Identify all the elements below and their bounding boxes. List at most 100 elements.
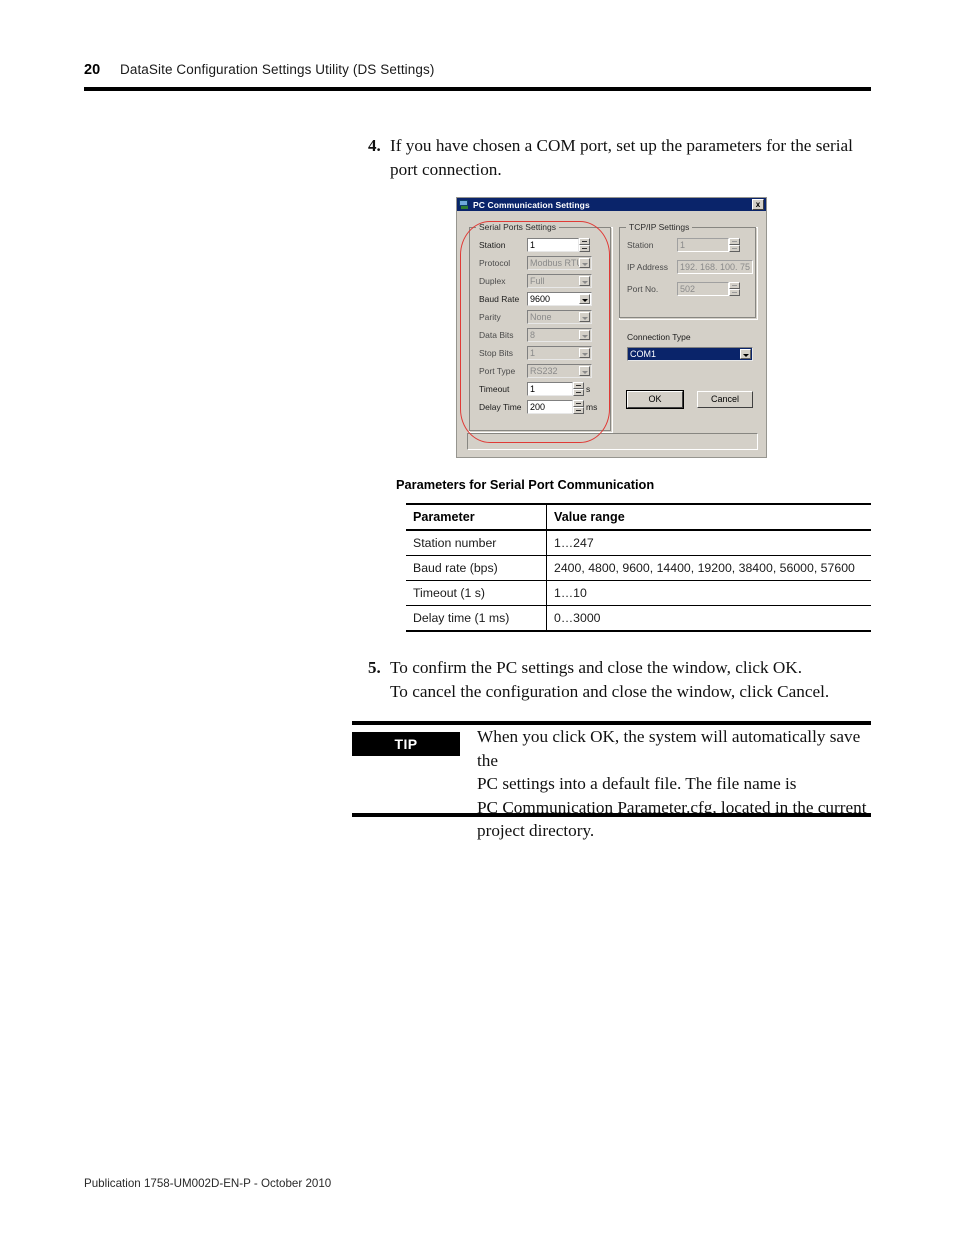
step-5: 5. To confirm the PC settings and close … xyxy=(368,656,873,703)
cell-value-range: 0…3000 xyxy=(546,605,871,632)
cell-value-range: 1…10 xyxy=(546,580,871,606)
port-type-combo: RS232 xyxy=(527,363,592,378)
tip-text: When you click OK, the system will autom… xyxy=(477,725,871,843)
station-input[interactable]: 1 xyxy=(527,237,579,252)
field-parity: Parity None xyxy=(479,309,607,324)
tip-line-2: PC settings into a default file. The fil… xyxy=(477,774,797,794)
cell-parameter: Timeout (1 s) xyxy=(406,580,547,606)
field-data-bits: Data Bits 8 xyxy=(479,327,607,342)
port-no-input: 502 xyxy=(677,281,729,296)
tip-line-4: project directory. xyxy=(477,821,595,841)
table-caption: Parameters for Serial Port Communication xyxy=(396,477,655,492)
field-label-station-tcp: Station xyxy=(627,239,654,250)
field-port-type: Port Type RS232 xyxy=(479,363,607,378)
data-bits-value: 8 xyxy=(530,329,536,340)
duplex-value: Full xyxy=(530,275,545,286)
chevron-down-icon[interactable] xyxy=(740,349,751,359)
pc-communication-settings-dialog[interactable]: PC Communication Settings x Serial Ports… xyxy=(456,197,767,458)
data-bits-combo: 8 xyxy=(527,327,592,342)
cell-parameter: Baud rate (bps) xyxy=(406,555,547,581)
step-4: 4. If you have chosen a COM port, set up… xyxy=(368,134,873,181)
field-stop-bits: Stop Bits 1 xyxy=(479,345,607,360)
timeout-input[interactable]: 1 xyxy=(527,381,573,396)
dialog-body: Serial Ports Settings Station 1 Protocol… xyxy=(457,211,766,457)
page-header: 20 DataSite Configuration Settings Utili… xyxy=(84,62,870,78)
cell-parameter: Delay time (1 ms) xyxy=(406,605,547,632)
delay-time-spinner[interactable] xyxy=(573,399,584,414)
chevron-down-icon xyxy=(579,365,590,376)
page-number: 20 xyxy=(84,62,101,78)
field-label-parity: Parity xyxy=(479,311,501,322)
duplex-combo: Full xyxy=(527,273,592,288)
parity-value: None xyxy=(530,311,552,322)
field-station-tcp: Station 1 xyxy=(627,237,752,252)
chevron-down-icon xyxy=(579,347,590,358)
timeout-unit: s xyxy=(586,383,591,394)
step-4-text: If you have chosen a COM port, set up th… xyxy=(390,136,853,179)
stop-bits-combo: 1 xyxy=(527,345,592,360)
field-delay-time[interactable]: Delay Time 200 ms xyxy=(479,399,614,414)
table-row: Timeout (1 s) 1…10 xyxy=(406,580,871,606)
field-label-stop-bits: Stop Bits xyxy=(479,347,514,358)
dialog-titlebar[interactable]: PC Communication Settings x xyxy=(457,198,766,211)
chevron-down-icon xyxy=(579,311,590,322)
table-row: Baud rate (bps) 2400, 4800, 9600, 14400,… xyxy=(406,555,871,581)
field-label-port-no: Port No. xyxy=(627,283,659,294)
baud-rate-combo[interactable]: 9600 xyxy=(527,291,592,306)
chevron-down-icon xyxy=(579,329,590,340)
ip-address-input: 192. 168. 100. 75 xyxy=(677,259,753,274)
connection-type-combo[interactable]: COM1 xyxy=(627,347,753,361)
field-duplex: Duplex Full xyxy=(479,273,607,288)
tip-divider-bottom xyxy=(352,813,871,817)
connection-type-label: Connection Type xyxy=(627,332,691,342)
parameters-table: Parameter Value range Station number 1…2… xyxy=(406,503,871,632)
field-label-duplex: Duplex xyxy=(479,275,506,286)
tip-line-1: When you click OK, the system will autom… xyxy=(477,727,861,770)
field-label-baud-rate: Baud Rate xyxy=(479,293,520,304)
tcp-station-input: 1 xyxy=(677,237,729,252)
table-header-row: Parameter Value range xyxy=(406,503,871,531)
cell-parameter: Station number xyxy=(406,530,547,556)
baud-rate-value: 9600 xyxy=(530,293,551,304)
computer-icon xyxy=(459,199,470,210)
footer-publication: Publication 1758-UM002D-EN-P - October 2… xyxy=(84,1177,332,1190)
ok-button[interactable]: OK xyxy=(626,390,684,409)
protocol-combo: Modbus RTU xyxy=(527,255,592,270)
step-5-line-2: To cancel the configuration and close th… xyxy=(390,681,830,701)
field-label-delay-time: Delay Time xyxy=(479,401,522,412)
field-baud-rate[interactable]: Baud Rate 9600 xyxy=(479,291,607,306)
stop-bits-value: 1 xyxy=(530,347,536,358)
table-col-value-range: Value range xyxy=(546,503,871,531)
dialog-title: PC Communication Settings xyxy=(473,199,590,210)
field-ip-address: IP Address 192. 168. 100. 75 xyxy=(627,259,755,274)
status-bar xyxy=(467,433,758,450)
field-protocol: Protocol Modbus RTU xyxy=(479,255,607,270)
cell-value-range: 2400, 4800, 9600, 14400, 19200, 38400, 5… xyxy=(546,555,871,581)
step-4-number: 4. xyxy=(368,136,381,155)
chevron-down-icon[interactable] xyxy=(579,293,590,304)
field-label-timeout: Timeout xyxy=(479,383,510,394)
table-col-parameter: Parameter xyxy=(406,503,547,531)
step-5-number: 5. xyxy=(368,658,381,677)
cancel-button[interactable]: Cancel xyxy=(697,391,753,408)
close-icon[interactable]: x xyxy=(752,199,764,210)
field-label-port-type: Port Type xyxy=(479,365,516,376)
serial-ports-settings-label: Serial Ports Settings xyxy=(476,222,560,232)
station-spinner[interactable] xyxy=(579,237,590,252)
field-label-protocol: Protocol xyxy=(479,257,511,268)
timeout-spinner[interactable] xyxy=(573,381,584,396)
chevron-down-icon xyxy=(579,275,590,286)
chevron-down-icon xyxy=(579,257,590,268)
field-timeout[interactable]: Timeout 1 s xyxy=(479,381,614,396)
tcp-station-spinner xyxy=(729,237,740,252)
delay-time-input[interactable]: 200 xyxy=(527,399,573,414)
port-no-spinner xyxy=(729,281,740,296)
table-row: Delay time (1 ms) 0…3000 xyxy=(406,605,871,632)
tip-divider-top xyxy=(352,721,871,725)
field-station-serial[interactable]: Station 1 xyxy=(479,237,607,252)
delay-time-unit: ms xyxy=(586,401,598,412)
protocol-value: Modbus RTU xyxy=(530,257,583,268)
header-divider xyxy=(84,87,871,91)
connection-type-value: COM1 xyxy=(628,348,752,360)
field-port-no: Port No. 502 xyxy=(627,281,752,296)
